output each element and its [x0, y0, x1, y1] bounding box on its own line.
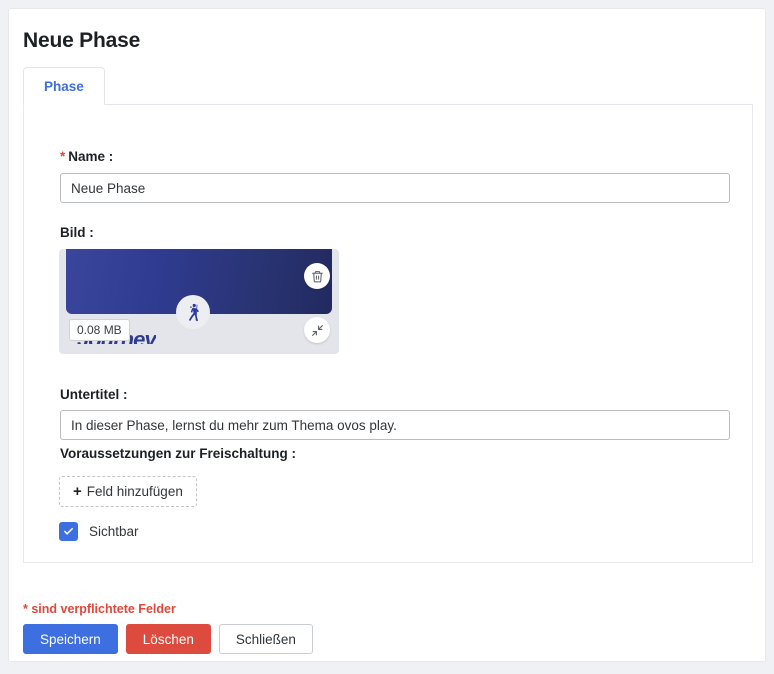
add-field-label: Feld hinzufügen: [86, 484, 183, 499]
image-field-label: Bild :: [60, 225, 94, 240]
visible-checkbox-label: Sichtbar: [89, 524, 139, 539]
footer-actions: Speichern Löschen Schließen: [23, 624, 313, 654]
subtitle-field-label: Untertitel :: [60, 387, 128, 402]
tab-phase[interactable]: Phase: [23, 67, 105, 105]
collapse-image-button[interactable]: [304, 317, 330, 343]
name-input[interactable]: [60, 173, 730, 203]
delete-button[interactable]: Löschen: [125, 624, 211, 654]
page-card: Neue Phase Phase *Name : Bild : Untertit…: [8, 8, 766, 662]
image-size-badge: 0.08 MB: [69, 319, 130, 341]
add-field-button[interactable]: + Feld hinzufügen: [59, 476, 197, 507]
visible-checkbox[interactable]: [59, 522, 78, 541]
page-title: Neue Phase: [23, 29, 141, 52]
subtitle-input[interactable]: [60, 410, 730, 440]
tab-bar: Phase: [23, 67, 753, 105]
image-thumbnail[interactable]: Journey: [59, 249, 339, 354]
required-fields-note: * sind verpflichtete Felder: [23, 602, 176, 616]
visible-checkbox-row[interactable]: Sichtbar: [59, 522, 139, 541]
close-button[interactable]: Schließen: [218, 624, 313, 654]
hiker-icon: [176, 295, 210, 329]
required-asterisk: *: [60, 149, 66, 164]
prerequisites-field-label: Voraussetzungen zur Freischaltung :: [60, 446, 297, 461]
plus-icon: +: [73, 483, 82, 500]
name-label-text: Name :: [68, 149, 114, 164]
save-button[interactable]: Speichern: [23, 624, 118, 654]
delete-image-button[interactable]: [304, 263, 330, 289]
name-field-label: * Name :: [60, 149, 113, 164]
